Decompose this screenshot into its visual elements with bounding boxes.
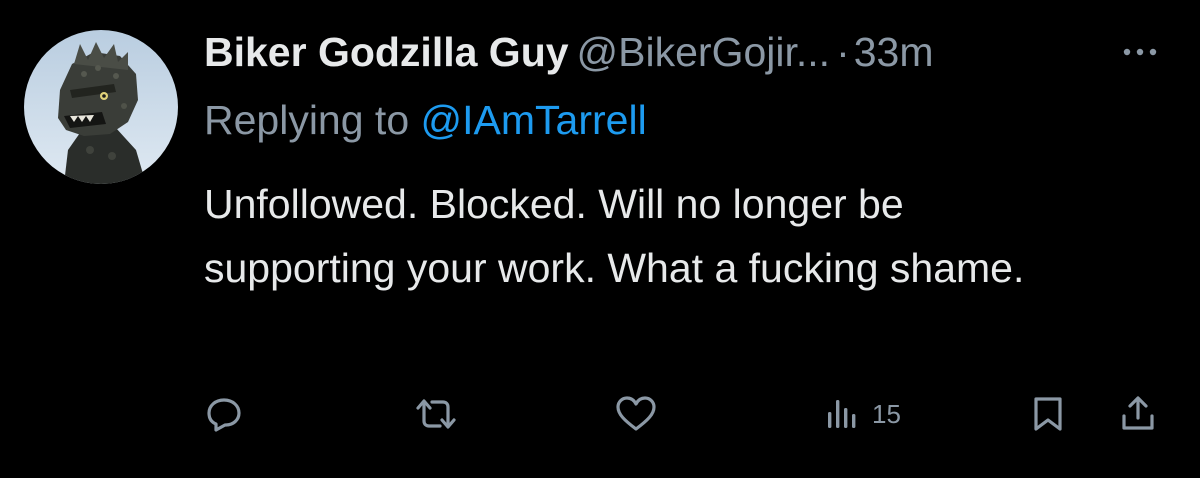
avatar[interactable]: [24, 30, 178, 184]
more-icon: [1123, 48, 1157, 56]
timestamp[interactable]: 33m: [854, 29, 934, 75]
reply-context: Replying to @IAmTarrell: [204, 90, 647, 150]
views-button[interactable]: 15: [822, 384, 901, 444]
avatar-image: [24, 30, 178, 184]
views-count: 15: [872, 398, 901, 429]
separator-dot: ·: [836, 29, 850, 75]
display-name[interactable]: Biker Godzilla Guy: [204, 29, 569, 75]
reply-button[interactable]: [204, 384, 244, 444]
like-icon: [616, 396, 656, 431]
tweet-text: Unfollowed. Blocked. Will no longer be s…: [204, 181, 1025, 291]
tweet-header: Biker Godzilla Guy @BikerGojir... ·33m: [204, 22, 1164, 82]
bookmark-button[interactable]: [1028, 384, 1068, 444]
more-options-button[interactable]: [1110, 22, 1170, 82]
retweet-button[interactable]: [414, 384, 458, 444]
views-icon: [828, 400, 856, 428]
share-button[interactable]: [1118, 384, 1158, 444]
user-handle[interactable]: @BikerGojir...: [577, 29, 831, 75]
like-button[interactable]: [614, 384, 658, 444]
share-icon: [1122, 396, 1154, 430]
action-bar: 15: [0, 384, 1200, 444]
retweet-icon: [416, 399, 456, 429]
reply-mention-link[interactable]: @IAmTarrell: [421, 97, 647, 143]
reply-icon: [207, 398, 241, 432]
reply-prefix: Replying to: [204, 97, 410, 143]
bookmark-icon: [1034, 397, 1062, 431]
